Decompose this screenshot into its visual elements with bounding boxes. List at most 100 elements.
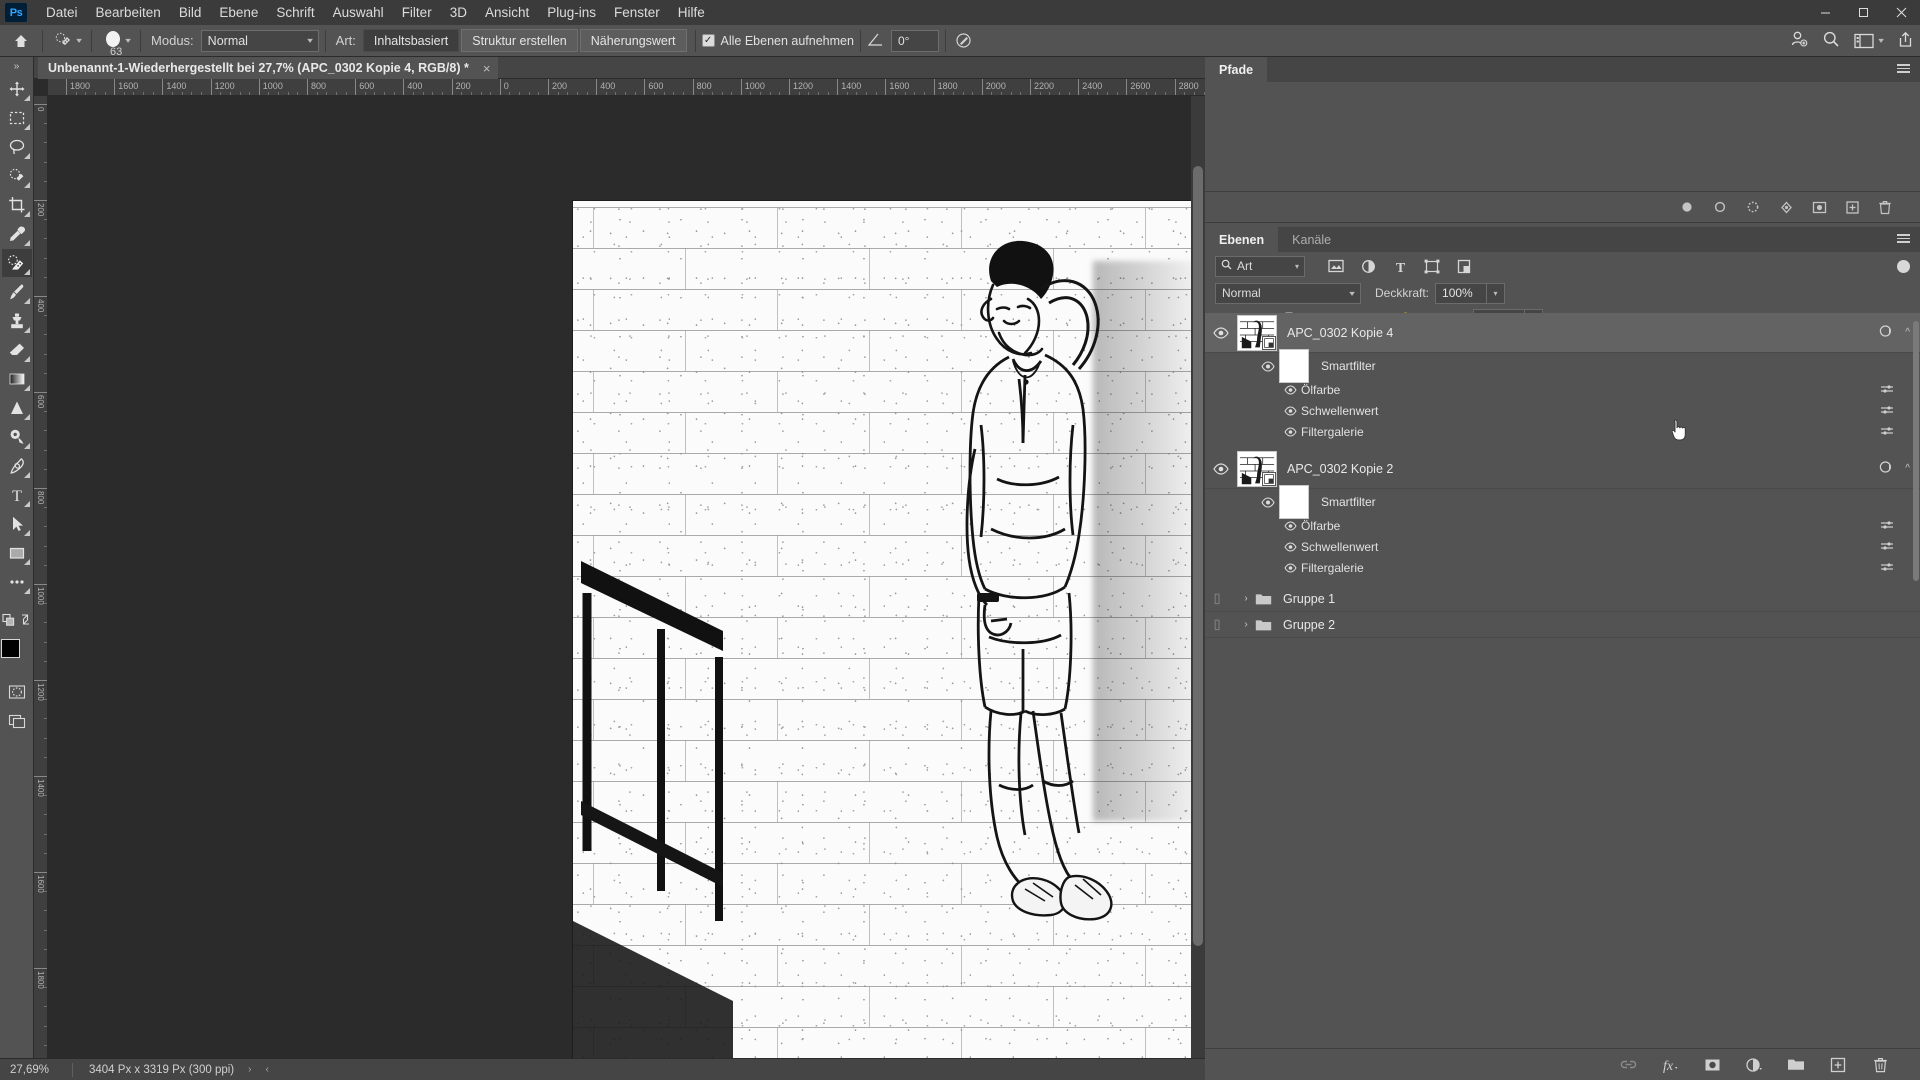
canvas-vertical-scrollbar[interactable]: [1191, 96, 1205, 1080]
layer-row[interactable]: APC_0302 Kopie 2 ^: [1205, 449, 1920, 489]
layer-group-row[interactable]: › Gruppe 2: [1205, 612, 1920, 638]
tab-ebenen[interactable]: Ebenen: [1205, 227, 1279, 252]
tool-preset-picker[interactable]: ▾: [49, 30, 85, 52]
chevron-down-icon[interactable]: ▾: [76, 36, 82, 45]
layer-blend-mode-select[interactable]: Normal ▾: [1215, 282, 1361, 304]
layer-style-fx-icon[interactable]: fx: [1660, 1055, 1680, 1075]
filter-smart-icon[interactable]: [1455, 257, 1473, 275]
angle-input[interactable]: 0°: [890, 29, 939, 52]
menu-schrift[interactable]: Schrift: [267, 2, 323, 24]
add-mask-icon[interactable]: [1702, 1055, 1722, 1075]
screen-mode-icon[interactable]: [2, 707, 32, 735]
tab-pfade[interactable]: Pfade: [1205, 57, 1268, 82]
search-person-icon[interactable]: [1790, 30, 1808, 51]
filter-type-icon[interactable]: T: [1391, 257, 1409, 275]
clone-stamp-tool[interactable]: [2, 307, 32, 335]
layer-row[interactable]: APC_0302 Kopie 4 ^: [1205, 313, 1920, 353]
smart-filter-effects-icon[interactable]: [1879, 460, 1895, 477]
filter-visibility-toggle[interactable]: [1279, 384, 1301, 395]
search-icon[interactable]: [1822, 30, 1840, 51]
brush-tool[interactable]: [2, 278, 32, 306]
eraser-tool[interactable]: [2, 336, 32, 364]
expand-group-icon[interactable]: ›: [1237, 619, 1255, 630]
filter-name[interactable]: Ölfarbe: [1301, 383, 1340, 397]
panel-menu-icon[interactable]: [1897, 64, 1910, 73]
filter-settings-icon[interactable]: [1880, 562, 1894, 574]
more-tools[interactable]: [2, 568, 32, 596]
paths-list[interactable]: [1205, 82, 1920, 192]
filter-visibility-toggle[interactable]: [1279, 426, 1301, 437]
scrollbar-thumb[interactable]: [1913, 321, 1919, 581]
filter-settings-icon[interactable]: [1880, 405, 1894, 417]
rectangle-tool[interactable]: [2, 539, 32, 567]
menu-ebene[interactable]: Ebene: [210, 2, 267, 24]
status-prev-icon[interactable]: ‹: [265, 1064, 268, 1075]
smart-filter-mask-thumbnail[interactable]: [1279, 485, 1309, 519]
type-content-aware-button[interactable]: Inhaltsbasiert: [362, 29, 460, 52]
minimize-button[interactable]: [1806, 0, 1844, 25]
menu-filter[interactable]: Filter: [393, 2, 441, 24]
layer-name[interactable]: APC_0302 Kopie 2: [1287, 462, 1393, 476]
layer-visibility-toggle[interactable]: [1205, 326, 1237, 339]
menu-bild[interactable]: Bild: [170, 2, 211, 24]
color-swatches[interactable]: [0, 639, 33, 670]
group-name[interactable]: Gruppe 1: [1283, 592, 1335, 606]
filter-name[interactable]: Schwellenwert: [1301, 540, 1378, 554]
blend-mode-select[interactable]: Normal ▾: [200, 29, 319, 52]
smart-filters-visibility-toggle[interactable]: [1257, 496, 1279, 508]
quick-selection-tool[interactable]: [2, 162, 32, 190]
group-name[interactable]: Gruppe 2: [1283, 618, 1335, 632]
smart-filter-row[interactable]: Filtergalerie: [1205, 557, 1920, 578]
blur-tool[interactable]: [2, 394, 32, 422]
layers-scrollbar[interactable]: [1912, 313, 1920, 613]
close-icon[interactable]: ×: [483, 61, 491, 76]
filter-name[interactable]: Filtergalerie: [1301, 561, 1364, 575]
canvas-viewport[interactable]: [48, 96, 1205, 1080]
menu-auswahl[interactable]: Auswahl: [324, 2, 393, 24]
filter-visibility-toggle[interactable]: [1279, 541, 1301, 552]
make-work-path-icon[interactable]: [1777, 198, 1795, 216]
stroke-path-icon[interactable]: [1711, 198, 1729, 216]
tab-kanaele[interactable]: Kanäle: [1278, 227, 1346, 252]
smart-filters-row[interactable]: Smartfilter: [1205, 485, 1920, 519]
filter-enable-toggle[interactable]: [1897, 259, 1910, 273]
quick-mask-icon[interactable]: [2, 678, 32, 706]
workspace-switcher[interactable]: ▾: [1854, 33, 1884, 49]
delete-layer-icon[interactable]: [1870, 1055, 1890, 1075]
menu-3d[interactable]: 3D: [441, 2, 476, 24]
filter-name[interactable]: Schwellenwert: [1301, 404, 1378, 418]
default-colors-and-swap[interactable]: [1, 606, 32, 634]
filter-name[interactable]: Filtergalerie: [1301, 425, 1364, 439]
share-icon[interactable]: [1897, 31, 1914, 51]
new-group-icon[interactable]: [1786, 1055, 1806, 1075]
link-layers-icon[interactable]: [1618, 1055, 1638, 1075]
filter-kind-select[interactable]: Art ▾: [1215, 255, 1305, 277]
opacity-input[interactable]: 100%: [1435, 282, 1488, 304]
filter-shape-icon[interactable]: [1423, 257, 1441, 275]
document-tab[interactable]: Unbenannt-1-Wiederhergestellt bei 27,7% …: [38, 57, 499, 79]
menu-hilfe[interactable]: Hilfe: [669, 2, 714, 24]
zoom-level[interactable]: 27,69%: [0, 1064, 72, 1076]
opacity-stepper[interactable]: ▾: [1487, 282, 1506, 304]
filter-adjustment-icon[interactable]: [1359, 257, 1377, 275]
filter-settings-icon[interactable]: [1880, 520, 1894, 532]
rectangular-marquee-tool[interactable]: [2, 104, 32, 132]
layer-visibility-toggle[interactable]: [1205, 462, 1237, 475]
new-adjustment-layer-icon[interactable]: [1744, 1055, 1764, 1075]
smart-filter-row[interactable]: Schwellenwert: [1205, 536, 1920, 557]
type-proximity-match-button[interactable]: Näherungswert: [579, 29, 687, 52]
menu-bearbeiten[interactable]: Bearbeiten: [87, 2, 170, 24]
lasso-tool[interactable]: [2, 133, 32, 161]
collapse-layer-icon[interactable]: ^: [1905, 327, 1910, 338]
document-dimensions[interactable]: 3404 Px x 3319 Px (300 ppi): [73, 1064, 234, 1076]
eyedropper-tool[interactable]: [2, 220, 32, 248]
smart-filter-mask-thumbnail[interactable]: [1279, 349, 1309, 383]
maximize-button[interactable]: [1844, 0, 1882, 25]
status-next-icon[interactable]: ›: [248, 1064, 251, 1075]
crop-tool[interactable]: [2, 191, 32, 219]
load-selection-icon[interactable]: [1744, 198, 1762, 216]
layer-group-row[interactable]: › Gruppe 1: [1205, 586, 1920, 612]
path-selection-tool[interactable]: [2, 510, 32, 538]
fill-path-icon[interactable]: [1678, 198, 1696, 216]
new-layer-icon[interactable]: [1828, 1055, 1848, 1075]
